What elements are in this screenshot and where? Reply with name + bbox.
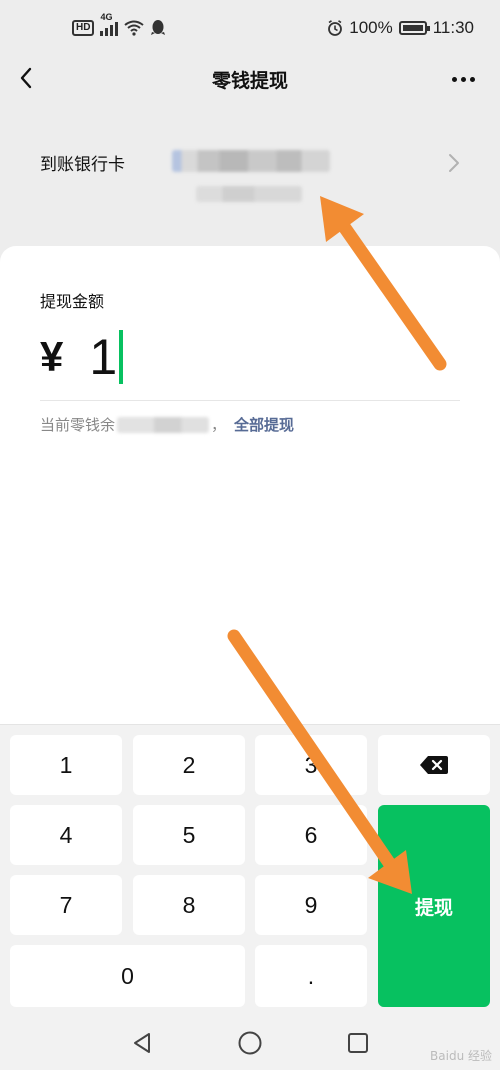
key-2[interactable]: 2	[133, 735, 245, 795]
key-5[interactable]: 5	[133, 805, 245, 865]
bank-number-redacted	[196, 186, 302, 202]
system-nav-bar	[0, 1016, 500, 1070]
status-left: HD 4G	[72, 12, 166, 37]
nav-bar: 零钱提现	[0, 56, 500, 102]
backspace-key[interactable]	[378, 735, 490, 795]
chevron-left-icon	[20, 67, 32, 89]
withdraw-card: 提现金额 ¥ 1 当前零钱余 ， 全部提现	[0, 246, 500, 724]
triangle-back-icon	[134, 1033, 150, 1053]
balance-comma: ，	[211, 416, 227, 434]
bank-card-selector[interactable]: 到账银行卡	[0, 122, 500, 218]
currency-symbol: ¥	[40, 333, 64, 380]
battery-icon	[398, 21, 430, 35]
system-home-button[interactable]	[237, 1030, 263, 1056]
wifi-icon	[124, 20, 145, 36]
key-4[interactable]: 4	[10, 805, 122, 865]
key-dot[interactable]: .	[255, 945, 367, 1007]
battery-percent: 100%	[349, 18, 393, 37]
more-dots-icon	[451, 76, 457, 82]
amount-label: 提现金额	[40, 292, 105, 311]
bank-name-redacted	[172, 150, 330, 172]
balance-row: 当前零钱余 ， 全部提现	[40, 414, 294, 435]
hd-badge: HD	[72, 20, 95, 36]
system-recents-button[interactable]	[345, 1030, 371, 1056]
more-button[interactable]	[446, 62, 480, 96]
key-7[interactable]: 7	[10, 875, 122, 935]
key-3[interactable]: 3	[255, 735, 367, 795]
key-1[interactable]: 1	[10, 735, 122, 795]
key-9[interactable]: 9	[255, 875, 367, 935]
status-bar: HD 4G 100% 11:30	[0, 0, 500, 56]
key-8[interactable]: 8	[133, 875, 245, 935]
alarm-icon	[328, 20, 343, 36]
system-back-button[interactable]	[129, 1030, 155, 1056]
square-recents-icon	[348, 1033, 368, 1053]
key-6[interactable]: 6	[255, 805, 367, 865]
withdraw-all-link[interactable]: 全部提现	[234, 414, 294, 435]
watermark-logo: Baidu 经验	[430, 1049, 492, 1063]
amount-input[interactable]: ¥ 1	[40, 322, 124, 392]
status-right: 100% 11:30	[327, 18, 474, 38]
clock: 11:30	[432, 18, 474, 37]
chevron-right-icon	[449, 154, 459, 172]
divider	[40, 400, 460, 401]
text-cursor	[119, 330, 124, 384]
qq-icon	[151, 20, 166, 35]
balance-text: 当前零钱余	[40, 416, 116, 434]
withdraw-submit-button[interactable]: 提现	[378, 805, 490, 1007]
circle-home-icon	[238, 1031, 262, 1055]
backspace-icon	[420, 756, 448, 774]
bank-card-label: 到账银行卡	[40, 155, 125, 175]
network-type: 4G	[100, 12, 113, 22]
amount-value: 1	[89, 329, 118, 385]
page-title: 零钱提现	[211, 69, 288, 92]
numeric-keypad: 1 2 3 4 5 6 7 8 9 0 . 提现	[0, 724, 500, 1016]
back-button[interactable]	[14, 62, 48, 96]
balance-amount-redacted	[117, 416, 210, 433]
signal-icon: 4G	[100, 12, 119, 36]
key-0[interactable]: 0	[10, 945, 245, 1007]
